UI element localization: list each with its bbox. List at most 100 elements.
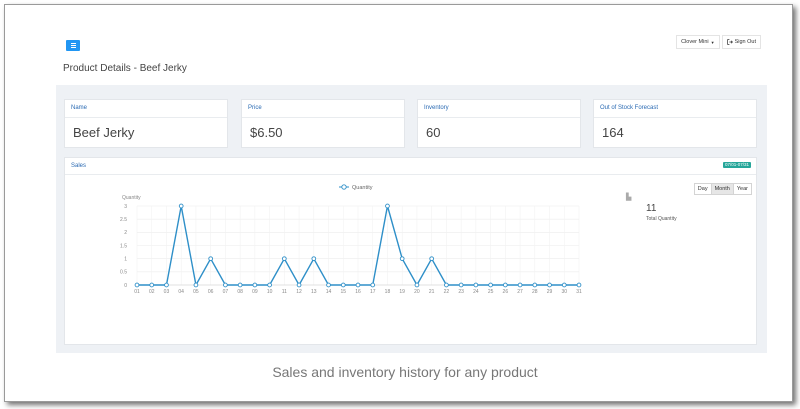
total-quantity-label: Total Quantity — [646, 216, 677, 222]
x-tick-label: 11 — [282, 289, 287, 295]
sales-title: Sales — [71, 163, 87, 169]
data-point — [149, 282, 155, 288]
data-point — [134, 282, 140, 288]
x-tick-label: 10 — [267, 289, 273, 295]
user-menu-label: Clover Mini — [681, 39, 709, 45]
data-point — [296, 282, 302, 288]
data-point — [444, 282, 449, 288]
x-tick-label: 09 — [252, 289, 258, 295]
x-tick-label: 21 — [429, 289, 435, 295]
card-value: 60 — [426, 125, 441, 140]
data-point — [193, 282, 199, 288]
bar-chart-icon[interactable]: ▙ — [626, 193, 631, 201]
y-tick-label: 3 — [124, 204, 127, 210]
data-point — [237, 282, 243, 288]
hamburger-icon — [70, 43, 76, 48]
data-point — [385, 203, 390, 209]
card-label: Inventory — [418, 100, 580, 118]
range-day-button[interactable]: Day — [693, 183, 712, 195]
data-point — [547, 282, 552, 288]
user-menu-button[interactable]: Clover Mini ▼ — [676, 35, 720, 49]
data-point — [532, 282, 538, 288]
legend-label: Quantity — [352, 185, 373, 191]
sales-header: Sales 07/01-07/31 — [65, 158, 756, 175]
data-point — [370, 282, 376, 288]
x-tick-label: 24 — [473, 289, 479, 295]
card-name: Name Beef Jerky — [64, 99, 228, 148]
data-point — [488, 282, 493, 288]
data-point — [473, 282, 479, 288]
y-tick-label: 2.5 — [120, 217, 127, 223]
card-price: Price $6.50 — [241, 99, 405, 148]
sign-out-icon — [726, 39, 733, 45]
range-month-button[interactable]: Month — [710, 183, 734, 195]
data-point — [502, 282, 508, 288]
range-year-button[interactable]: Year — [732, 183, 752, 195]
data-point — [164, 282, 169, 288]
x-tick-label: 25 — [488, 289, 494, 295]
x-tick-label: 14 — [326, 289, 332, 295]
x-tick-label: 06 — [208, 289, 214, 295]
data-point — [458, 282, 464, 288]
x-tick-label: 23 — [458, 289, 464, 295]
data-point — [355, 282, 361, 288]
data-point — [281, 256, 287, 262]
data-point — [223, 282, 228, 288]
data-point — [326, 282, 331, 288]
sales-line-chart: 0 0.5 1 1.5 2 2.5 3 01 02 03 04 05 06 07 08 09 10 11 12 13 1… — [120, 184, 582, 295]
data-point — [252, 282, 258, 288]
data-point — [414, 282, 420, 288]
card-inventory: Inventory 60 — [417, 99, 581, 148]
x-tick-label: 26 — [503, 289, 509, 295]
data-point — [399, 256, 405, 262]
x-tick-label: 13 — [311, 289, 317, 295]
data-point — [561, 282, 567, 288]
sign-out-button[interactable]: Sign Out — [721, 35, 761, 49]
data-point — [311, 256, 317, 262]
x-tick-label: 17 — [370, 289, 376, 295]
y-tick-label: 1 — [124, 256, 127, 262]
x-tick-label: 04 — [178, 289, 184, 295]
card-label: Name — [65, 100, 227, 118]
y-tick-label: 0.5 — [120, 270, 127, 276]
data-point — [517, 282, 523, 288]
y-axis-label: Quantity — [122, 195, 141, 201]
card-label: Out of Stock Forecast — [594, 100, 756, 118]
y-tick-label: 2 — [124, 230, 127, 236]
menu-button[interactable] — [66, 40, 80, 51]
screenshot-frame: Clover Mini ▼ Sign Out Product Details -… — [4, 4, 793, 402]
data-point — [576, 282, 582, 288]
x-tick-label: 29 — [547, 289, 553, 295]
legend-marker — [341, 184, 347, 190]
x-tick-label: 27 — [517, 289, 523, 295]
x-tick-label: 02 — [149, 289, 155, 295]
y-tick-label: 1.5 — [120, 243, 127, 249]
x-tick-label: 18 — [385, 289, 391, 295]
y-tick-label: 0 — [124, 283, 127, 289]
x-tick-label: 30 — [561, 289, 567, 295]
x-tick-label: 07 — [223, 289, 229, 295]
page-title: Product Details - Beef Jerky — [63, 63, 187, 74]
date-range-badge: 07/01-07/31 — [722, 162, 751, 168]
card-value: $6.50 — [250, 125, 283, 140]
sales-panel: Sales 07/01-07/31 Day Month Year 0 0.5 1 1.… — [64, 157, 757, 345]
data-point — [208, 256, 214, 262]
data-point — [178, 203, 184, 209]
x-tick-label: 12 — [296, 289, 302, 295]
card-label: Price — [242, 100, 404, 118]
top-nav: Clover Mini ▼ Sign Out — [676, 35, 761, 49]
card-value: Beef Jerky — [73, 125, 135, 140]
x-tick-label: 03 — [164, 289, 170, 295]
app-window: Clover Mini ▼ Sign Out Product Details -… — [56, 31, 767, 353]
x-tick-label: 28 — [532, 289, 538, 295]
range-toggle: Day Month Year — [693, 183, 752, 195]
caption: Sales and inventory history for any prod… — [272, 364, 538, 380]
x-tick-label: 19 — [399, 289, 405, 295]
sign-out-label: Sign Out — [734, 39, 756, 45]
card-out-of-stock-forecast: Out of Stock Forecast 164 — [593, 99, 757, 148]
card-value: 164 — [602, 125, 624, 140]
x-tick-label: 20 — [414, 289, 420, 295]
total-quantity-value: 11 — [646, 203, 657, 214]
data-point — [340, 282, 346, 288]
x-tick-label: 05 — [193, 289, 199, 295]
